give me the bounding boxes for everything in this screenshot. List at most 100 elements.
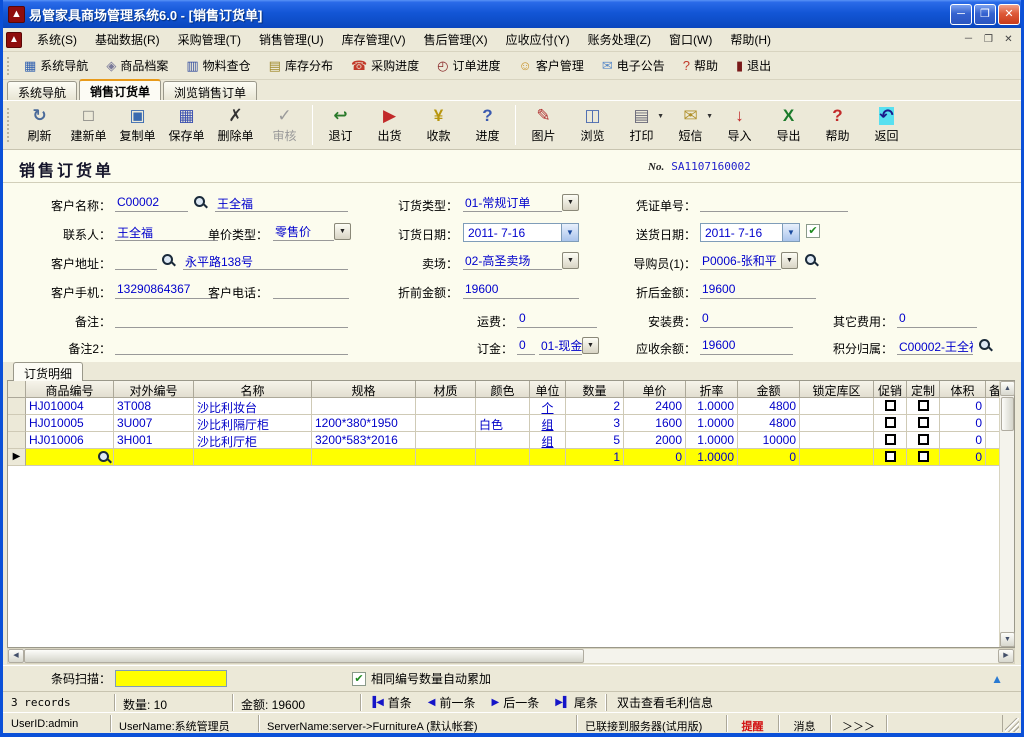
horizontal-scroll-thumb[interactable] — [24, 649, 584, 663]
cancel-order-button[interactable]: ↩退订 — [316, 101, 365, 149]
col-promo[interactable]: 促销 — [874, 381, 907, 398]
inventory-distribution-button[interactable]: ▤库存分布 — [260, 54, 342, 77]
customer-name-field[interactable]: 王全福 — [215, 195, 348, 212]
help-button-top[interactable]: ?帮助 — [674, 54, 727, 77]
barcode-input[interactable] — [115, 670, 227, 687]
delivery-date-checkbox[interactable] — [806, 224, 820, 238]
address-code-field[interactable] — [115, 253, 157, 270]
promo-checkbox[interactable] — [885, 417, 896, 428]
voucher-field[interactable] — [700, 195, 848, 212]
help-button-main[interactable]: ?帮助 — [813, 101, 862, 149]
order-date-dropdown-icon[interactable] — [561, 224, 578, 241]
col-qty[interactable]: 数量 — [566, 381, 624, 398]
mdi-minimize-button[interactable]: － — [960, 32, 977, 47]
deposit-type-dropdown-icon[interactable] — [582, 337, 599, 354]
detail-row-1[interactable]: HJ010004 3T008 沙比利妆台 个 2 2400 1.0000 480… — [8, 398, 1002, 415]
delivery-date-dropdown-icon[interactable] — [782, 224, 799, 241]
back-button[interactable]: ↶返回 — [862, 101, 911, 149]
guide-select[interactable]: P0006-张和平 — [700, 252, 798, 270]
mdi-close-button[interactable]: ✕ — [1000, 32, 1017, 47]
mdi-restore-button[interactable]: ❐ — [980, 32, 997, 47]
deposit-field[interactable]: 0 — [517, 338, 535, 355]
vertical-scrollbar[interactable]: ▲ ▼ — [999, 381, 1014, 647]
col-discount[interactable]: 折率 — [686, 381, 738, 398]
col-spec[interactable]: 规格 — [312, 381, 416, 398]
vertical-scroll-thumb[interactable] — [1001, 397, 1014, 431]
refresh-button[interactable]: ↻刷新 — [15, 101, 64, 149]
menu-sales[interactable]: 销售管理(U) — [250, 28, 333, 51]
material-stock-button[interactable]: ▥物料查仓 — [177, 54, 259, 77]
purchase-progress-button[interactable]: ☎采购进度 — [342, 54, 428, 77]
custom-checkbox[interactable] — [918, 434, 929, 445]
custom-checkbox[interactable] — [918, 417, 929, 428]
other-fee-field[interactable]: 0 — [897, 311, 977, 328]
e-bulletin-button[interactable]: ✉电子公告 — [593, 54, 674, 77]
price-type-select[interactable]: 零售价 — [273, 223, 351, 241]
delete-order-button[interactable]: ✗删除单 — [211, 101, 260, 149]
print-dropdown-icon[interactable]: ▼ — [657, 113, 664, 120]
col-volume[interactable]: 体积 — [940, 381, 986, 398]
guide-lookup-icon[interactable] — [804, 253, 818, 267]
install-fee-field[interactable]: 0 — [700, 311, 793, 328]
col-material[interactable]: 材质 — [416, 381, 476, 398]
more-button[interactable]: ＞＞＞ — [831, 715, 887, 732]
order-type-select[interactable]: 01-常规订单 — [463, 194, 579, 212]
promo-checkbox[interactable] — [885, 451, 896, 462]
points-lookup-icon[interactable] — [978, 338, 992, 352]
tab-sales-order[interactable]: 销售订货单 — [79, 79, 161, 100]
menu-window[interactable]: 窗口(W) — [660, 28, 721, 51]
message-button[interactable]: 消息 — [779, 715, 831, 732]
auto-accumulate-checkbox[interactable] — [352, 672, 366, 686]
menu-inventory[interactable]: 库存管理(V) — [333, 28, 415, 51]
menu-system[interactable]: 系统(S) — [28, 28, 86, 51]
sms-button[interactable]: ▼✉短信 — [666, 101, 715, 149]
close-button[interactable]: ✕ — [998, 4, 1020, 25]
phone-field[interactable] — [273, 282, 349, 299]
next-record-button[interactable]: ▶后一条 — [484, 694, 548, 711]
first-record-button[interactable]: ▐◀首条 — [361, 694, 420, 711]
browse-button[interactable]: ◫浏览 — [568, 101, 617, 149]
address-field[interactable]: 永平路138号 — [183, 253, 348, 270]
detail-row-3[interactable]: HJ010006 3H001 沙比利厅柜 3200*583*2016 组 5 2… — [8, 432, 1002, 449]
store-dropdown-icon[interactable] — [562, 252, 579, 269]
new-order-button[interactable]: □建新单 — [64, 101, 113, 149]
delivery-date-picker[interactable]: 2011- 7-16 — [700, 223, 800, 242]
custom-checkbox[interactable] — [918, 400, 929, 411]
copy-order-button[interactable]: ▣复制单 — [113, 101, 162, 149]
remark2-field[interactable] — [115, 338, 348, 355]
order-type-dropdown-icon[interactable] — [562, 194, 579, 211]
scroll-up-icon[interactable]: ▲ — [1000, 381, 1015, 396]
menu-accounting[interactable]: 账务处理(Z) — [579, 28, 660, 51]
sms-dropdown-icon[interactable]: ▼ — [706, 113, 713, 120]
collapse-panel-icon[interactable]: ▲ — [991, 672, 1003, 686]
deposit-type-select[interactable]: 01-现金 — [539, 337, 599, 355]
freight-field[interactable]: 0 — [517, 311, 597, 328]
remind-button[interactable]: 提醒 — [727, 715, 779, 732]
maximize-button[interactable]: ❐ — [974, 4, 996, 25]
col-external-code[interactable]: 对外编号 — [114, 381, 194, 398]
col-color[interactable]: 颜色 — [476, 381, 530, 398]
promo-checkbox[interactable] — [885, 434, 896, 445]
col-name[interactable]: 名称 — [194, 381, 312, 398]
detail-row-new[interactable]: ▶ 1 0 1.0000 0 0 — [8, 449, 1002, 466]
col-unit[interactable]: 单位 — [530, 381, 566, 398]
horizontal-scrollbar[interactable]: ◀ ▶ — [7, 648, 1015, 664]
exit-button[interactable]: ▮退出 — [727, 54, 780, 77]
points-owner-field[interactable]: C00002-王全福 — [897, 338, 973, 355]
tab-system-nav[interactable]: 系统导航 — [7, 81, 77, 100]
price-type-dropdown-icon[interactable] — [334, 223, 351, 240]
col-amount[interactable]: 金额 — [738, 381, 800, 398]
col-custom[interactable]: 定制 — [907, 381, 940, 398]
custom-checkbox[interactable] — [918, 451, 929, 462]
last-record-button[interactable]: ▶▌尾条 — [547, 694, 606, 711]
order-date-picker[interactable]: 2011- 7-16 — [463, 223, 579, 242]
detail-row-2[interactable]: HJ010005 3U007 沙比利隔厅柜 1200*380*1950 白色 组… — [8, 415, 1002, 432]
collect-payment-button[interactable]: ¥收款 — [414, 101, 463, 149]
customer-code-field[interactable]: C00002 — [115, 195, 188, 212]
system-nav-button[interactable]: ▦系统导航 — [15, 54, 97, 77]
minimize-button[interactable]: ─ — [950, 4, 972, 25]
resize-grip[interactable] — [1005, 718, 1019, 732]
import-button[interactable]: ↓导入 — [715, 101, 764, 149]
col-product-code[interactable]: 商品编号 — [26, 381, 114, 398]
address-lookup-icon[interactable] — [161, 253, 175, 267]
